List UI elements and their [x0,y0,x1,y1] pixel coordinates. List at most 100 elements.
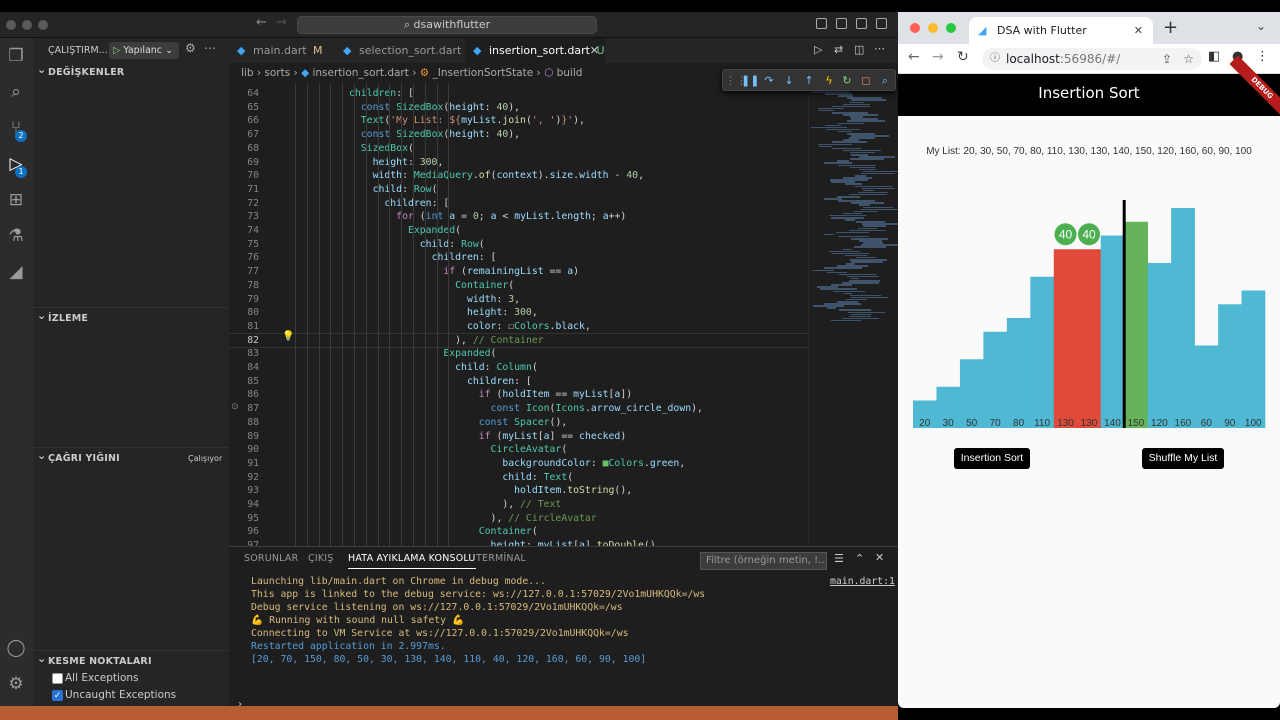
code-line[interactable]: 92 child: Text( [229,471,809,485]
star-icon[interactable]: ☆ [1183,48,1194,70]
minimap[interactable] [808,83,898,546]
uncaught-exceptions-checkbox[interactable]: ✓ [52,690,63,701]
code-line[interactable]: 69 height: 300, [229,156,809,170]
search-icon[interactable]: ⌕ [6,82,26,102]
breadcrumb-item[interactable]: _InsertionSortState [433,67,534,79]
code-line[interactable]: 77 if (remainingList == a) [229,265,809,279]
breadcrumb-item[interactable]: insertion_sort.dart [312,67,408,79]
address-bar[interactable]: ⓘ localhost:56986/#/ ⇪ ☆ [982,48,1202,70]
lightbulb-icon[interactable]: 💡 [282,331,294,342]
close-window-button[interactable] [6,20,16,30]
code-line[interactable]: 74 Expanded( [229,224,809,238]
explorer-icon[interactable]: ❐ [6,46,26,66]
toggle-panel-icon[interactable] [836,18,847,29]
code-line[interactable]: 80 height: 300, [229,306,809,320]
watch-header[interactable]: İZLEME [33,305,229,329]
maximize-window-button[interactable] [946,23,956,33]
start-debug-icon[interactable]: ▷ [113,45,120,56]
code-line[interactable]: 88 const Spacer(), [229,416,809,430]
devtools-icon[interactable]: ⌕ [877,73,893,89]
testing-icon[interactable]: ⚗ [6,226,26,246]
tab-insertion-sort[interactable]: ◆ insertion_sort.dart U ✕ [465,38,605,63]
side-panel-icon[interactable]: ◧ [1208,49,1220,64]
run-file-icon[interactable]: ▷ [814,43,822,56]
step-over-icon[interactable]: ↷ [761,73,777,89]
new-tab-icon[interactable]: + [1163,17,1178,38]
tab-debug-console[interactable]: HATA AYIKLAMA KONSOLU [348,553,476,569]
code-line[interactable]: 94 ), // Text [229,498,809,512]
toggle-sidebar-icon[interactable] [816,18,827,29]
code-line[interactable]: 93 holdItem.toString(), [229,484,809,498]
code-line[interactable]: 68 SizedBox( [229,142,809,156]
tab-problems[interactable]: SORUNLAR [244,553,298,564]
command-center[interactable]: ⌕ dsawithflutter [297,16,597,34]
all-exceptions-checkbox[interactable] [52,673,63,684]
close-icon[interactable]: ✕ [875,551,884,564]
tab-terminal[interactable]: TERMİNAL [476,553,526,564]
close-icon[interactable]: ✕ [590,38,599,63]
launch-config-select[interactable]: ▷ Yapılanc ⌄ [109,42,179,59]
site-info-icon[interactable]: ⓘ [990,48,1000,70]
code-line[interactable]: 67 const SizedBox(height: 40), [229,128,809,142]
code-line[interactable]: 79 width: 3, [229,293,809,307]
code-line[interactable]: 75 child: Row( [229,238,809,252]
flutter-icon[interactable]: ◢ [6,262,26,282]
reload-icon[interactable]: ↻ [957,49,969,65]
hot-reload-icon[interactable]: ϟ [821,73,837,89]
code-line[interactable]: 70 width: MediaQuery.of(context).size.wi… [229,169,809,183]
variables-header[interactable]: DEĞİŞKENLER [33,59,229,84]
code-line[interactable]: 90 CircleAvatar( [229,443,809,457]
manage-gear-icon[interactable]: ⚙ [6,674,26,694]
code-line[interactable]: 95 ), // CircleAvatar [229,512,809,526]
code-line[interactable]: 66 Text('My List: ${myList.join(', ')}')… [229,114,809,128]
more-actions-icon[interactable]: ⋯ [874,42,885,55]
maximize-window-button[interactable] [38,20,48,30]
code-line[interactable]: 87 const Icon(Icons.arrow_circle_down), [229,402,809,416]
insertion-sort-button[interactable]: Insertion Sort [954,448,1030,469]
minimize-window-button[interactable] [22,20,32,30]
code-line[interactable]: 89 if (myList[a] == checked) [229,430,809,444]
minimize-window-button[interactable] [928,23,938,33]
code-line[interactable]: 82 ), // Container [229,332,809,349]
close-icon[interactable]: ✕ [1134,17,1143,44]
tab-selection-sort[interactable]: ◆ selection_sort.dart [335,38,465,63]
more-actions-icon[interactable]: ⋯ [204,41,216,55]
tab-output[interactable]: ÇIKIŞ [308,553,334,564]
code-line[interactable]: 97 height: myList[a].toDouble() [229,539,809,546]
code-line[interactable]: 76 children: [ [229,251,809,265]
code-line[interactable]: 91 backgroundColor: ■Colors.green, [229,457,809,471]
breakpoint-hint-icon[interactable]: ⊙ [231,402,239,412]
source-link[interactable]: main.dart:1 [830,576,895,587]
code-line[interactable]: 96 Container( [229,525,809,539]
code-line[interactable]: 78 Container( [229,279,809,293]
tab-main-dart[interactable]: ◆ main.dart M [229,38,335,63]
step-out-icon[interactable]: ↑ [801,73,817,89]
console-input-prompt[interactable]: › [237,699,243,706]
filter-input[interactable]: Filtre (örneğin metin, !... [700,552,827,570]
forward-arrow-icon[interactable]: → [932,49,944,65]
customize-layout-icon[interactable] [876,18,887,29]
account-icon[interactable]: ◯ [6,638,26,658]
code-line[interactable]: 83 Expanded( [229,347,809,361]
step-into-icon[interactable]: ↓ [781,73,797,89]
pause-icon[interactable]: ❚❚ [741,73,759,89]
breadcrumb-item[interactable]: sorts [264,67,290,79]
breadcrumb-item[interactable]: lib [241,67,254,79]
compare-icon[interactable]: ⇄ [834,43,843,56]
code-line[interactable]: 71 child: Row( [229,183,809,197]
browser-menu-icon[interactable]: ⋮ [1256,49,1269,64]
drag-handle-icon[interactable]: ⋮⋮ [725,73,747,89]
extensions-icon[interactable]: ⊞ [6,190,26,210]
chevron-down-icon[interactable]: ⌄ [1256,19,1266,33]
breakpoints-header[interactable]: KESME NOKTALARI [33,648,229,672]
stop-icon[interactable]: ◻ [858,73,874,89]
code-line[interactable]: 81 color: ☐Colors.black, [229,320,809,334]
code-line[interactable]: 85 children: [ [229,375,809,389]
close-window-button[interactable] [910,23,920,33]
code-line[interactable]: 84 child: Column( [229,361,809,375]
back-arrow-icon[interactable]: ← [256,15,267,30]
maximize-panel-icon[interactable]: ⌃ [855,552,864,565]
browser-tab[interactable]: ◢ DSA with Flutter ✕ [969,17,1153,44]
code-line[interactable]: 86 if (holdItem == myList[a]) [229,388,809,402]
share-icon[interactable]: ⇪ [1162,48,1172,70]
